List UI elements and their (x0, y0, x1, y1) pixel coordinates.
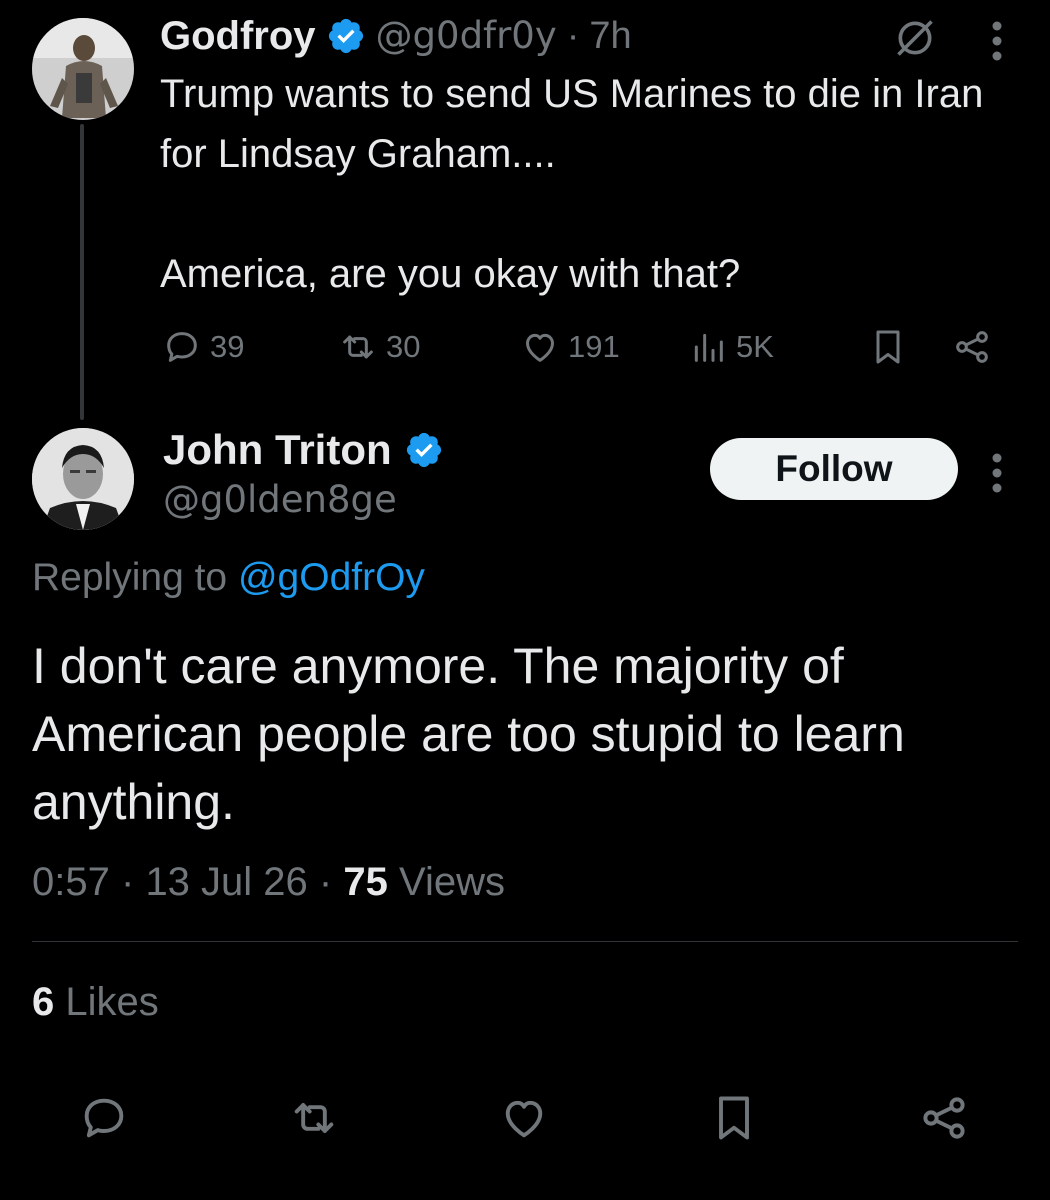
bookmark-icon[interactable] (708, 1092, 760, 1144)
more-icon[interactable] (982, 448, 1012, 498)
like-icon (526, 333, 554, 362)
parent-like-button[interactable]: 191 (520, 322, 620, 372)
main-author-name[interactable]: John Triton (163, 426, 392, 474)
parent-tweet-header: Godfroy @g0dfr0y · 7h (160, 12, 632, 60)
meta-separator: · (120, 860, 135, 904)
replying-handle-link[interactable]: @gOdfrOy (238, 556, 425, 599)
repost-icon[interactable] (288, 1092, 340, 1144)
parent-bookmark-button[interactable] (868, 322, 908, 372)
parent-views-button[interactable]: 5K (688, 322, 774, 372)
godfroy-avatar[interactable] (32, 18, 134, 120)
main-tweet-text: I don't care anymore. The majority of Am… (32, 638, 905, 830)
verified-badge-icon (406, 432, 441, 468)
parent-reply-button[interactable]: 39 (162, 322, 244, 372)
john-triton-avatar[interactable] (32, 428, 134, 530)
replying-to: Replying to @gOdfrOy (32, 556, 425, 600)
grok-icon[interactable] (893, 16, 937, 60)
tweet-date[interactable]: 13 Jul 26 (145, 860, 307, 904)
likes-label: Likes (65, 980, 159, 1024)
replying-prefix: Replying to (32, 556, 228, 599)
views-icon (694, 333, 723, 362)
repost-icon (343, 335, 373, 359)
bookmark-icon (876, 330, 900, 364)
main-author-handle[interactable]: @g0lden8ge (163, 478, 397, 521)
parent-author-name[interactable]: Godfroy (160, 12, 316, 60)
parent-author-handle[interactable]: @g0dfr0y (376, 12, 557, 60)
parent-repost-button[interactable]: 30 (338, 322, 420, 372)
parent-like-count: 191 (568, 329, 620, 364)
divider (32, 941, 1018, 942)
parent-repost-count: 30 (386, 329, 421, 364)
parent-separator: · (566, 15, 580, 57)
parent-tweet-text: Trump wants to send US Marines to die in… (160, 72, 984, 296)
parent-timestamp[interactable]: 7h (589, 12, 631, 60)
reply-icon[interactable] (78, 1092, 130, 1144)
tweet-time[interactable]: 0:57 (32, 860, 110, 904)
parent-reply-count: 39 (210, 329, 245, 364)
views-label: Views (398, 860, 505, 904)
views-count: 75 (343, 860, 388, 904)
thread-line (80, 124, 84, 420)
meta-separator: · (318, 860, 333, 904)
likes-summary[interactable]: 6 Likes (32, 980, 159, 1025)
verified-badge-icon (328, 18, 363, 54)
follow-button[interactable]: Follow (710, 438, 958, 500)
tweet-meta: 0:57 · 13 Jul 26 · 75 Views (32, 860, 505, 905)
more-icon[interactable] (982, 16, 1012, 66)
share-icon[interactable] (918, 1092, 970, 1144)
main-author-row: John Triton (163, 422, 444, 478)
reply-icon (167, 332, 197, 362)
parent-view-count: 5K (736, 329, 774, 364)
parent-share-button[interactable] (952, 322, 992, 372)
likes-count: 6 (32, 980, 55, 1024)
share-icon (956, 331, 988, 363)
like-icon[interactable] (498, 1092, 550, 1144)
